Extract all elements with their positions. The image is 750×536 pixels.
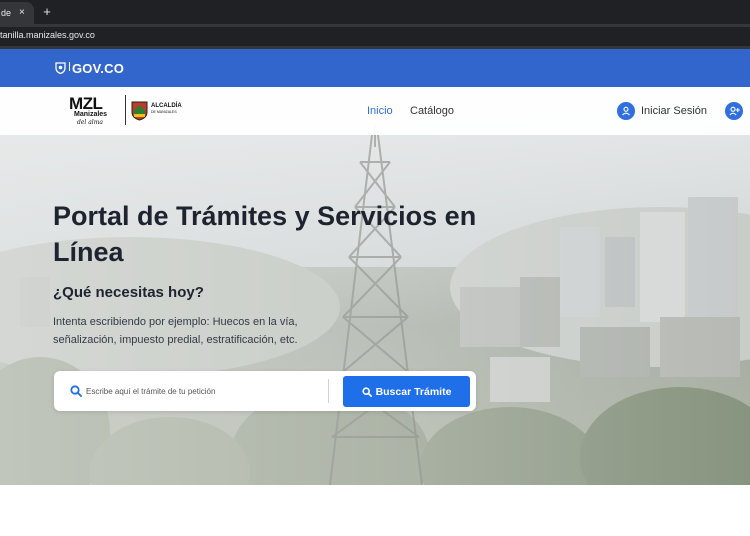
colombia-shield-icon: [55, 62, 66, 74]
hero-hint: Intenta escribiendo por ejemplo: Huecos …: [53, 316, 298, 346]
mzl-logo-wordmark: MZL: [69, 94, 103, 113]
logo-divider: [125, 95, 126, 125]
alcaldia-subtitle: DE MANIZALES: [151, 110, 177, 114]
browser-toolbar: [0, 24, 750, 49]
nav-link-catalogo[interactable]: Catálogo: [410, 104, 454, 118]
mzl-logo[interactable]: MZL Manizales del alma: [69, 95, 121, 128]
search-button-label: Buscar Trámite: [375, 385, 452, 398]
gov-logo-separator: [69, 61, 70, 71]
hero-question: ¿Qué necesitas hoy?: [53, 284, 204, 301]
gov-co-logo[interactable]: GOV.CO: [55, 60, 124, 76]
login-button[interactable]: Iniciar Sesión: [617, 102, 707, 120]
new-tab-button[interactable]: +: [40, 2, 54, 24]
login-label: Iniciar Sesión: [641, 105, 708, 117]
alcaldia-shield-icon: [131, 101, 148, 121]
user-icon: [617, 102, 635, 120]
address-url[interactable]: tanilla.manizales.gov.co: [0, 30, 95, 40]
tab-close-icon[interactable]: ×: [19, 2, 25, 24]
alcaldia-title: ALCALDÍA: [151, 103, 182, 109]
search-icon: [70, 385, 82, 397]
alcaldia-logo-text[interactable]: ALCALDÍA DE MANIZALES: [151, 103, 182, 115]
nav-link-inicio[interactable]: Inicio: [367, 104, 393, 118]
search-button-icon: [361, 386, 372, 397]
page-title: Portal de Trámites y Servicios en Línea: [53, 201, 477, 267]
address-bar[interactable]: [0, 27, 750, 46]
browser-tab-bar: de × +: [0, 0, 750, 24]
mzl-logo-subtitle: Manizales: [74, 111, 108, 118]
user-plus-icon[interactable]: [725, 102, 743, 120]
search-divider: [328, 379, 329, 403]
search-button[interactable]: Buscar Trámite: [343, 376, 470, 407]
browser-tab[interactable]: de ×: [0, 2, 34, 24]
mzl-logo-script: del alma: [77, 119, 103, 126]
browser-tab-title: de: [1, 8, 12, 18]
search-input[interactable]: [86, 383, 316, 399]
gov-logo-text: GOV.CO: [72, 60, 125, 76]
